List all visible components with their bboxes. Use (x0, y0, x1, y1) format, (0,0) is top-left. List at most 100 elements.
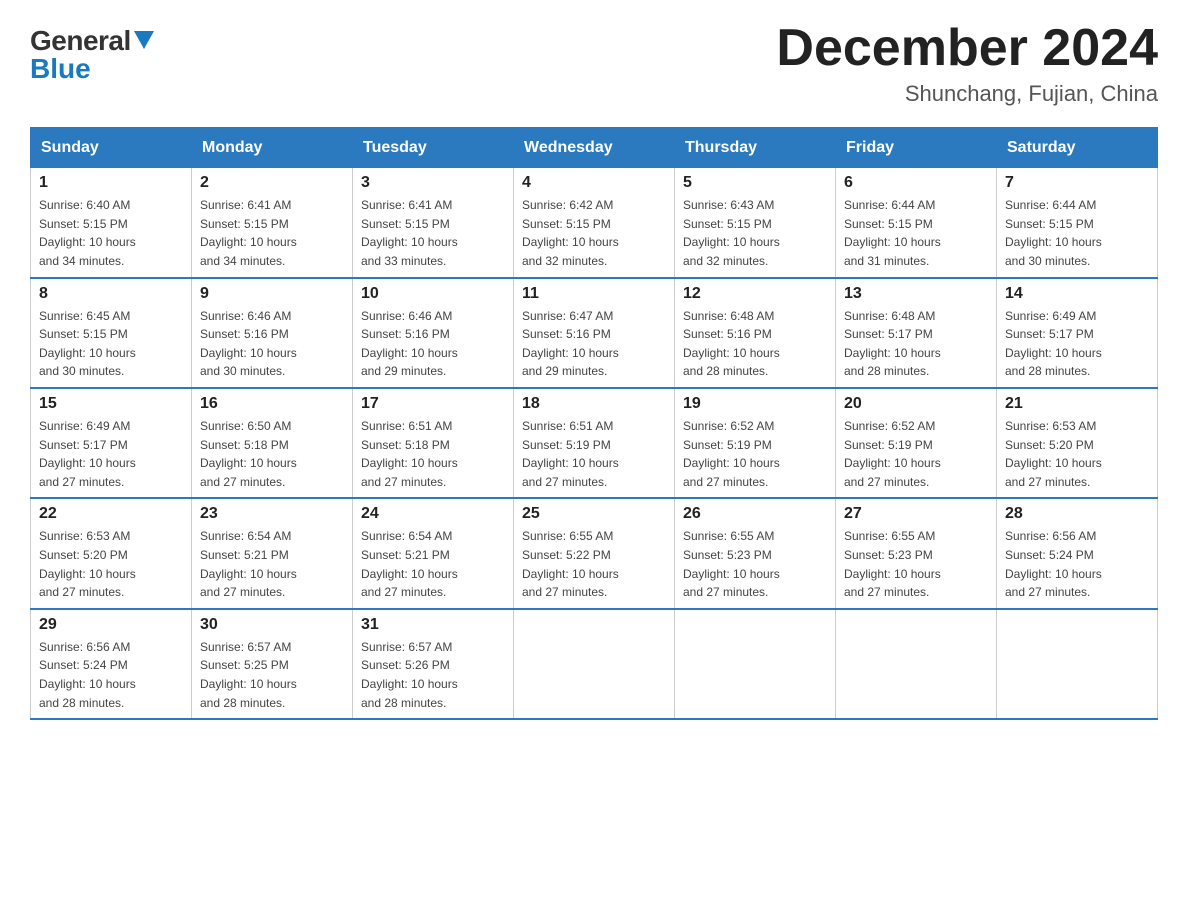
day-info: Sunrise: 6:53 AMSunset: 5:20 PMDaylight:… (1005, 417, 1149, 491)
day-info: Sunrise: 6:48 AMSunset: 5:16 PMDaylight:… (683, 307, 827, 381)
day-info: Sunrise: 6:56 AMSunset: 5:24 PMDaylight:… (39, 638, 183, 712)
month-title: December 2024 (776, 20, 1158, 77)
day-number: 5 (683, 174, 827, 192)
day-info: Sunrise: 6:55 AMSunset: 5:23 PMDaylight:… (844, 527, 988, 601)
day-number: 28 (1005, 505, 1149, 523)
calendar-header-row: SundayMondayTuesdayWednesdayThursdayFrid… (31, 128, 1158, 168)
day-number: 11 (522, 285, 666, 303)
calendar-week-row: 15 Sunrise: 6:49 AMSunset: 5:17 PMDaylig… (31, 388, 1158, 498)
day-info: Sunrise: 6:45 AMSunset: 5:15 PMDaylight:… (39, 307, 183, 381)
calendar-week-row: 1 Sunrise: 6:40 AMSunset: 5:15 PMDayligh… (31, 168, 1158, 278)
calendar-day-cell: 24 Sunrise: 6:54 AMSunset: 5:21 PMDaylig… (353, 498, 514, 608)
day-number: 4 (522, 174, 666, 192)
calendar-week-row: 29 Sunrise: 6:56 AMSunset: 5:24 PMDaylig… (31, 609, 1158, 719)
day-number: 31 (361, 616, 505, 634)
day-number: 10 (361, 285, 505, 303)
day-number: 19 (683, 395, 827, 413)
day-number: 3 (361, 174, 505, 192)
calendar-day-cell: 13 Sunrise: 6:48 AMSunset: 5:17 PMDaylig… (836, 278, 997, 388)
day-number: 6 (844, 174, 988, 192)
day-info: Sunrise: 6:42 AMSunset: 5:15 PMDaylight:… (522, 196, 666, 270)
day-info: Sunrise: 6:53 AMSunset: 5:20 PMDaylight:… (39, 527, 183, 601)
day-info: Sunrise: 6:56 AMSunset: 5:24 PMDaylight:… (1005, 527, 1149, 601)
day-info: Sunrise: 6:55 AMSunset: 5:23 PMDaylight:… (683, 527, 827, 601)
day-info: Sunrise: 6:40 AMSunset: 5:15 PMDaylight:… (39, 196, 183, 270)
calendar-day-cell: 15 Sunrise: 6:49 AMSunset: 5:17 PMDaylig… (31, 388, 192, 498)
title-section: December 2024 Shunchang, Fujian, China (776, 20, 1158, 107)
calendar-header-wednesday: Wednesday (514, 128, 675, 168)
calendar-day-cell: 23 Sunrise: 6:54 AMSunset: 5:21 PMDaylig… (192, 498, 353, 608)
calendar-day-cell: 22 Sunrise: 6:53 AMSunset: 5:20 PMDaylig… (31, 498, 192, 608)
day-number: 15 (39, 395, 183, 413)
day-info: Sunrise: 6:54 AMSunset: 5:21 PMDaylight:… (361, 527, 505, 601)
day-number: 22 (39, 505, 183, 523)
calendar-day-cell: 7 Sunrise: 6:44 AMSunset: 5:15 PMDayligh… (997, 168, 1158, 278)
calendar-day-cell: 30 Sunrise: 6:57 AMSunset: 5:25 PMDaylig… (192, 609, 353, 719)
day-number: 27 (844, 505, 988, 523)
day-info: Sunrise: 6:48 AMSunset: 5:17 PMDaylight:… (844, 307, 988, 381)
calendar-day-cell: 19 Sunrise: 6:52 AMSunset: 5:19 PMDaylig… (675, 388, 836, 498)
day-number: 20 (844, 395, 988, 413)
calendar-day-cell: 17 Sunrise: 6:51 AMSunset: 5:18 PMDaylig… (353, 388, 514, 498)
day-info: Sunrise: 6:44 AMSunset: 5:15 PMDaylight:… (844, 196, 988, 270)
calendar-week-row: 22 Sunrise: 6:53 AMSunset: 5:20 PMDaylig… (31, 498, 1158, 608)
day-number: 7 (1005, 174, 1149, 192)
calendar-day-cell: 11 Sunrise: 6:47 AMSunset: 5:16 PMDaylig… (514, 278, 675, 388)
day-info: Sunrise: 6:54 AMSunset: 5:21 PMDaylight:… (200, 527, 344, 601)
day-number: 26 (683, 505, 827, 523)
calendar-day-cell: 12 Sunrise: 6:48 AMSunset: 5:16 PMDaylig… (675, 278, 836, 388)
calendar-day-cell: 1 Sunrise: 6:40 AMSunset: 5:15 PMDayligh… (31, 168, 192, 278)
calendar-day-cell: 27 Sunrise: 6:55 AMSunset: 5:23 PMDaylig… (836, 498, 997, 608)
location-text: Shunchang, Fujian, China (776, 81, 1158, 107)
calendar-day-cell: 31 Sunrise: 6:57 AMSunset: 5:26 PMDaylig… (353, 609, 514, 719)
calendar-day-cell: 2 Sunrise: 6:41 AMSunset: 5:15 PMDayligh… (192, 168, 353, 278)
calendar-day-cell (836, 609, 997, 719)
day-number: 13 (844, 285, 988, 303)
calendar-header-sunday: Sunday (31, 128, 192, 168)
day-number: 1 (39, 174, 183, 192)
calendar-day-cell: 16 Sunrise: 6:50 AMSunset: 5:18 PMDaylig… (192, 388, 353, 498)
day-number: 14 (1005, 285, 1149, 303)
calendar-header-friday: Friday (836, 128, 997, 168)
day-info: Sunrise: 6:43 AMSunset: 5:15 PMDaylight:… (683, 196, 827, 270)
day-info: Sunrise: 6:49 AMSunset: 5:17 PMDaylight:… (39, 417, 183, 491)
day-number: 17 (361, 395, 505, 413)
calendar-day-cell: 9 Sunrise: 6:46 AMSunset: 5:16 PMDayligh… (192, 278, 353, 388)
day-number: 8 (39, 285, 183, 303)
calendar-day-cell (514, 609, 675, 719)
day-number: 25 (522, 505, 666, 523)
day-number: 2 (200, 174, 344, 192)
day-number: 16 (200, 395, 344, 413)
calendar-day-cell: 26 Sunrise: 6:55 AMSunset: 5:23 PMDaylig… (675, 498, 836, 608)
day-number: 23 (200, 505, 344, 523)
calendar-header-tuesday: Tuesday (353, 128, 514, 168)
day-info: Sunrise: 6:55 AMSunset: 5:22 PMDaylight:… (522, 527, 666, 601)
calendar-day-cell: 14 Sunrise: 6:49 AMSunset: 5:17 PMDaylig… (997, 278, 1158, 388)
day-number: 24 (361, 505, 505, 523)
day-info: Sunrise: 6:57 AMSunset: 5:26 PMDaylight:… (361, 638, 505, 712)
calendar-table: SundayMondayTuesdayWednesdayThursdayFrid… (30, 127, 1158, 720)
day-info: Sunrise: 6:52 AMSunset: 5:19 PMDaylight:… (683, 417, 827, 491)
day-info: Sunrise: 6:41 AMSunset: 5:15 PMDaylight:… (200, 196, 344, 270)
calendar-day-cell: 29 Sunrise: 6:56 AMSunset: 5:24 PMDaylig… (31, 609, 192, 719)
logo: General Blue (30, 20, 154, 85)
calendar-day-cell: 20 Sunrise: 6:52 AMSunset: 5:19 PMDaylig… (836, 388, 997, 498)
day-number: 21 (1005, 395, 1149, 413)
calendar-header-saturday: Saturday (997, 128, 1158, 168)
day-info: Sunrise: 6:49 AMSunset: 5:17 PMDaylight:… (1005, 307, 1149, 381)
calendar-week-row: 8 Sunrise: 6:45 AMSunset: 5:15 PMDayligh… (31, 278, 1158, 388)
calendar-header-thursday: Thursday (675, 128, 836, 168)
logo-blue-text: Blue (30, 53, 91, 85)
day-info: Sunrise: 6:57 AMSunset: 5:25 PMDaylight:… (200, 638, 344, 712)
day-number: 30 (200, 616, 344, 634)
day-info: Sunrise: 6:51 AMSunset: 5:19 PMDaylight:… (522, 417, 666, 491)
calendar-day-cell: 5 Sunrise: 6:43 AMSunset: 5:15 PMDayligh… (675, 168, 836, 278)
calendar-day-cell: 25 Sunrise: 6:55 AMSunset: 5:22 PMDaylig… (514, 498, 675, 608)
calendar-day-cell: 8 Sunrise: 6:45 AMSunset: 5:15 PMDayligh… (31, 278, 192, 388)
day-info: Sunrise: 6:51 AMSunset: 5:18 PMDaylight:… (361, 417, 505, 491)
calendar-day-cell (675, 609, 836, 719)
logo-arrow-icon (134, 31, 154, 49)
calendar-day-cell: 28 Sunrise: 6:56 AMSunset: 5:24 PMDaylig… (997, 498, 1158, 608)
calendar-day-cell: 21 Sunrise: 6:53 AMSunset: 5:20 PMDaylig… (997, 388, 1158, 498)
day-info: Sunrise: 6:46 AMSunset: 5:16 PMDaylight:… (361, 307, 505, 381)
